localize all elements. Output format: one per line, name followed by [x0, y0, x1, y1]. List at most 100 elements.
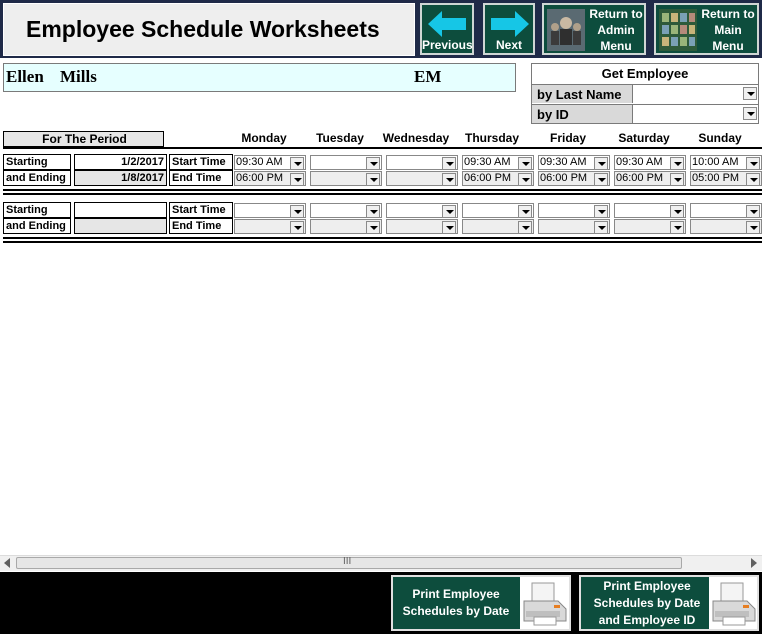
start-time-label: Start Time [169, 154, 233, 170]
sunday-end-time-select[interactable]: 05:00 PM [690, 171, 762, 186]
chevron-down-icon[interactable] [518, 205, 532, 218]
saturday-start-time-select[interactable]: 09:30 AM [614, 155, 686, 170]
chevron-down-icon[interactable] [594, 157, 608, 170]
employee-initials: EM [414, 67, 442, 86]
by-last-name-label: by Last Name [532, 84, 632, 103]
chevron-down-icon[interactable] [670, 157, 684, 170]
sunday-end-time-select[interactable] [690, 219, 762, 234]
return-to-admin-menu-button[interactable]: Return to Admin Menu [542, 3, 646, 55]
print-by-date-id-line-2: Schedules by Date [593, 596, 701, 610]
day-header-sunday: Sunday [698, 131, 742, 145]
id-select[interactable] [632, 104, 758, 123]
last-name-select[interactable] [632, 84, 758, 103]
wednesday-start-time-select[interactable] [386, 155, 458, 170]
time-value: 06:00 PM [616, 172, 664, 184]
right-arrow-icon [491, 11, 529, 37]
thursday-start-time-select[interactable] [462, 203, 534, 218]
ending-label: and Ending [3, 218, 71, 234]
next-label: Next [495, 38, 522, 52]
chevron-down-icon[interactable] [442, 221, 456, 234]
chevron-down-icon[interactable] [366, 205, 380, 218]
monday-start-time-select[interactable] [234, 203, 306, 218]
monday-start-time-select[interactable]: 09:30 AM [234, 155, 306, 170]
chevron-down-icon[interactable] [366, 157, 380, 170]
chevron-down-icon[interactable] [366, 221, 380, 234]
thursday-end-time-select[interactable] [462, 219, 534, 234]
employee-name-banner: Ellen Mills EM [3, 63, 516, 92]
divider [3, 189, 762, 191]
wednesday-end-time-select[interactable] [386, 219, 458, 234]
friday-start-time-select[interactable] [538, 203, 610, 218]
chevron-down-icon[interactable] [746, 173, 760, 186]
chevron-down-icon[interactable] [442, 157, 456, 170]
saturday-end-time-select[interactable]: 06:00 PM [614, 171, 686, 186]
tuesday-end-time-select[interactable] [310, 219, 382, 234]
return-to-main-menu-button[interactable]: Return to Main Menu [654, 3, 759, 55]
chevron-down-icon[interactable] [670, 221, 684, 234]
start-date-input[interactable] [74, 202, 167, 218]
tuesday-end-time-select[interactable] [310, 171, 382, 186]
tuesday-start-time-select[interactable] [310, 203, 382, 218]
sunday-start-time-select[interactable] [690, 203, 762, 218]
chevron-down-icon[interactable] [743, 107, 757, 120]
tuesday-start-time-select[interactable] [310, 155, 382, 170]
main-menu-grid-icon [659, 9, 697, 51]
monday-end-time-select[interactable] [234, 219, 306, 234]
chevron-down-icon[interactable] [518, 221, 532, 234]
saturday-end-time-select[interactable] [614, 219, 686, 234]
thursday-start-time-select[interactable]: 09:30 AM [462, 155, 534, 170]
employee-last-name: Mills [60, 67, 97, 86]
end-date-input[interactable]: 1/8/2017 [74, 170, 167, 186]
friday-end-time-select[interactable] [538, 219, 610, 234]
time-value: 09:30 AM [464, 156, 511, 168]
chevron-down-icon[interactable] [746, 221, 760, 234]
chevron-down-icon[interactable] [670, 205, 684, 218]
divider [3, 241, 762, 243]
thursday-end-time-select[interactable]: 06:00 PM [462, 171, 534, 186]
friday-end-time-select[interactable]: 06:00 PM [538, 171, 610, 186]
chevron-down-icon[interactable] [518, 157, 532, 170]
wednesday-start-time-select[interactable] [386, 203, 458, 218]
monday-end-time-select[interactable]: 06:00 PM [234, 171, 306, 186]
time-value: 10:00 AM [692, 156, 739, 168]
chevron-down-icon[interactable] [743, 87, 757, 100]
start-date-input[interactable]: 1/2/2017 [74, 154, 167, 170]
day-header-tuesday: Tuesday [316, 131, 364, 145]
chevron-down-icon[interactable] [594, 205, 608, 218]
chevron-down-icon[interactable] [290, 221, 304, 234]
print-by-date-line-1: Print Employee [412, 587, 500, 601]
time-value: 06:00 PM [236, 172, 284, 184]
scrollbar-thumb[interactable]: III [16, 556, 682, 569]
chevron-down-icon[interactable] [442, 173, 456, 186]
friday-start-time-select[interactable]: 09:30 AM [538, 155, 610, 170]
previous-button[interactable]: Previous [420, 3, 474, 55]
chevron-down-icon[interactable] [518, 173, 532, 186]
chevron-down-icon[interactable] [746, 157, 760, 170]
time-value: 09:30 AM [616, 156, 663, 168]
chevron-down-icon[interactable] [746, 205, 760, 218]
chevron-down-icon[interactable] [594, 173, 608, 186]
chevron-down-icon[interactable] [290, 205, 304, 218]
next-button[interactable]: Next [483, 3, 535, 55]
chevron-down-icon[interactable] [290, 173, 304, 186]
sunday-start-time-select[interactable]: 10:00 AM [690, 155, 762, 170]
wednesday-end-time-select[interactable] [386, 171, 458, 186]
admin-group-icon [547, 9, 585, 51]
main-label-2: Main [714, 23, 742, 37]
saturday-start-time-select[interactable] [614, 203, 686, 218]
print-schedules-by-date-button[interactable]: Print Employee Schedules by Date [391, 575, 571, 631]
end-date-input[interactable] [74, 218, 167, 234]
chevron-down-icon[interactable] [594, 221, 608, 234]
print-by-date-id-line-3: and Employee ID [598, 613, 696, 627]
chevron-down-icon[interactable] [290, 157, 304, 170]
divider [3, 193, 762, 195]
chevron-down-icon[interactable] [442, 205, 456, 218]
print-by-date-id-line-1: Print Employee [603, 579, 691, 593]
chevron-down-icon[interactable] [670, 173, 684, 186]
chevron-down-icon[interactable] [366, 173, 380, 186]
scroll-right-icon[interactable] [750, 558, 758, 568]
admin-label-2: Admin [597, 23, 635, 37]
main-label-3: Menu [712, 39, 744, 53]
print-schedules-by-date-and-id-button[interactable]: Print Employee Schedules by Date and Emp… [579, 575, 759, 631]
scroll-left-icon[interactable] [3, 558, 11, 568]
